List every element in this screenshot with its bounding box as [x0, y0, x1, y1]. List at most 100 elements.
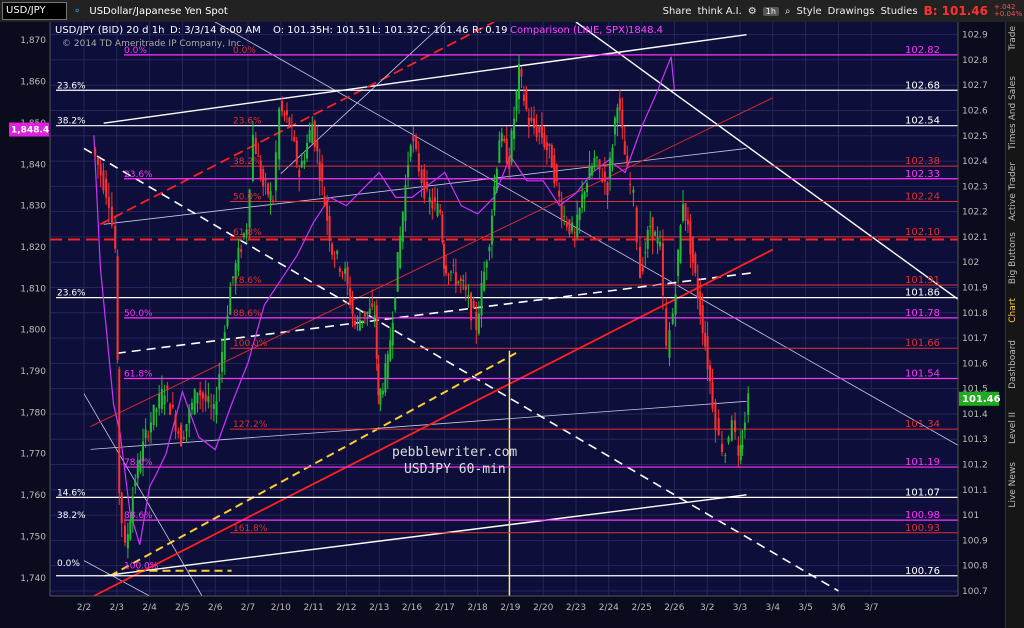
sidebar: Trade Times And Sales Active Trader Big But…: [1005, 22, 1024, 628]
header-range: R: 0.19: [472, 25, 507, 36]
left-tick-label: 1,770: [20, 450, 46, 460]
candle-body: [442, 244, 445, 269]
candle-body: [449, 271, 452, 273]
candle-body: [674, 294, 677, 315]
right-tick-label: 102.1: [962, 233, 988, 243]
fib-label-red: 161.8%: [233, 524, 268, 534]
candle-body: [223, 332, 226, 360]
candle-body: [558, 190, 561, 197]
right-tick-label: 101.1: [962, 486, 988, 496]
candle-body: [515, 90, 518, 111]
sidebar-tab-live-news[interactable]: Live News: [1008, 462, 1018, 508]
candle-body: [665, 308, 668, 346]
level-label: 102.38: [905, 156, 940, 167]
candle-body: [354, 320, 357, 326]
candle-body: [431, 200, 434, 209]
sidebar-tab-level-ii[interactable]: Level II: [1008, 412, 1018, 444]
symbol-input[interactable]: USD/JPY: [2, 2, 67, 20]
x-tick-label: 2/13: [369, 603, 389, 613]
style-button[interactable]: Style: [797, 6, 822, 17]
candle-body: [457, 281, 460, 284]
level-label: 101.07: [905, 487, 940, 498]
candle-body: [326, 199, 329, 221]
candle-body: [409, 145, 412, 157]
x-tick-label: 2/25: [631, 603, 651, 613]
candle-body: [120, 492, 123, 524]
chart[interactable]: 102.82 102.68 102.54 102.38 102.33 102.24 102.…: [0, 22, 1005, 628]
candle-body: [747, 393, 750, 415]
candle-body: [590, 166, 593, 176]
candle-body: [155, 408, 158, 413]
candle-body: [264, 178, 267, 181]
left-tick-label: 1,810: [20, 284, 46, 294]
candle-body: [646, 229, 649, 249]
share-button[interactable]: Share: [663, 6, 692, 17]
interval-selector[interactable]: 1h: [762, 6, 779, 16]
candle-body: [535, 126, 538, 138]
level-label: 102.54: [905, 116, 940, 127]
zoom-icon[interactable]: ⌕: [785, 6, 791, 17]
candle-body: [274, 152, 277, 191]
candle-body: [593, 157, 596, 168]
candle-body: [525, 90, 528, 110]
left-tick-label: 1,800: [20, 326, 46, 336]
sidebar-tab-trade[interactable]: Trade: [1008, 26, 1018, 51]
right-tick-label: 102.7: [962, 81, 988, 91]
candle-body: [134, 480, 137, 487]
x-tick-label: 2/16: [402, 603, 422, 613]
candle-body: [616, 107, 619, 124]
candle-body: [262, 169, 265, 187]
sidebar-tab-chart[interactable]: Chart: [1008, 298, 1018, 323]
sidebar-tab-big-buttons[interactable]: Big Buttons: [1008, 232, 1018, 284]
candle-body: [361, 320, 364, 322]
candle-body: [609, 157, 612, 179]
candle-body: [730, 420, 733, 441]
x-tick-label: 2/6: [208, 603, 223, 613]
candle-body: [207, 396, 210, 403]
level-label: 101.34: [905, 419, 940, 430]
settings-icon[interactable]: ⚙: [748, 6, 757, 17]
x-tick-label: 3/5: [798, 603, 812, 613]
right-tick-label: 101.9: [962, 284, 988, 294]
level-label: 100.93: [905, 523, 940, 534]
candle-body: [668, 330, 671, 358]
plot-area: [50, 22, 958, 596]
studies-button[interactable]: Studies: [880, 6, 917, 17]
level-label: 101.54: [905, 369, 940, 380]
candle-body: [415, 136, 418, 149]
candle-body: [651, 217, 654, 241]
candle-body: [452, 264, 455, 266]
candle-body: [522, 94, 525, 102]
candle-body: [290, 125, 293, 128]
candle-body: [470, 292, 473, 321]
candle-body: [701, 304, 704, 334]
x-tick-label: 3/7: [864, 603, 878, 613]
symbol-link-icon[interactable]: ⚬: [73, 6, 81, 17]
sidebar-tab-dashboard[interactable]: Dashboard: [1008, 340, 1018, 389]
sidebar-tab-active-trader[interactable]: Active Trader: [1008, 162, 1018, 221]
candle-body: [671, 313, 674, 324]
left-tick-label: 1,830: [20, 202, 46, 212]
candle-body: [480, 283, 483, 316]
fib-label-red: 61.8%: [233, 228, 262, 238]
candle-body: [221, 351, 224, 372]
candle-body: [635, 207, 638, 243]
x-tick-label: 2/4: [142, 603, 157, 613]
candle-body: [129, 519, 132, 540]
candle-body: [737, 445, 740, 456]
candle-body: [267, 183, 270, 195]
sidebar-tab-times-and-sales[interactable]: Times And Sales: [1008, 76, 1018, 150]
candle-body: [107, 197, 110, 209]
x-tick-label: 3/2: [700, 603, 714, 613]
think-ai-button[interactable]: think A.I.: [697, 6, 741, 17]
candle-body: [439, 209, 442, 213]
drawings-button[interactable]: Drawings: [828, 6, 875, 17]
candle-body: [371, 303, 374, 307]
fib-label-red: 50.0%: [233, 193, 262, 203]
candle-body: [706, 336, 709, 370]
candle-body: [447, 274, 450, 276]
copyright: © 2014 TD Ameritrade IP Company, Inc.: [62, 39, 244, 49]
candle-body: [659, 241, 662, 247]
header-comparison: Comparison (LINE, SPX): [510, 25, 629, 36]
candle-body: [384, 363, 387, 393]
